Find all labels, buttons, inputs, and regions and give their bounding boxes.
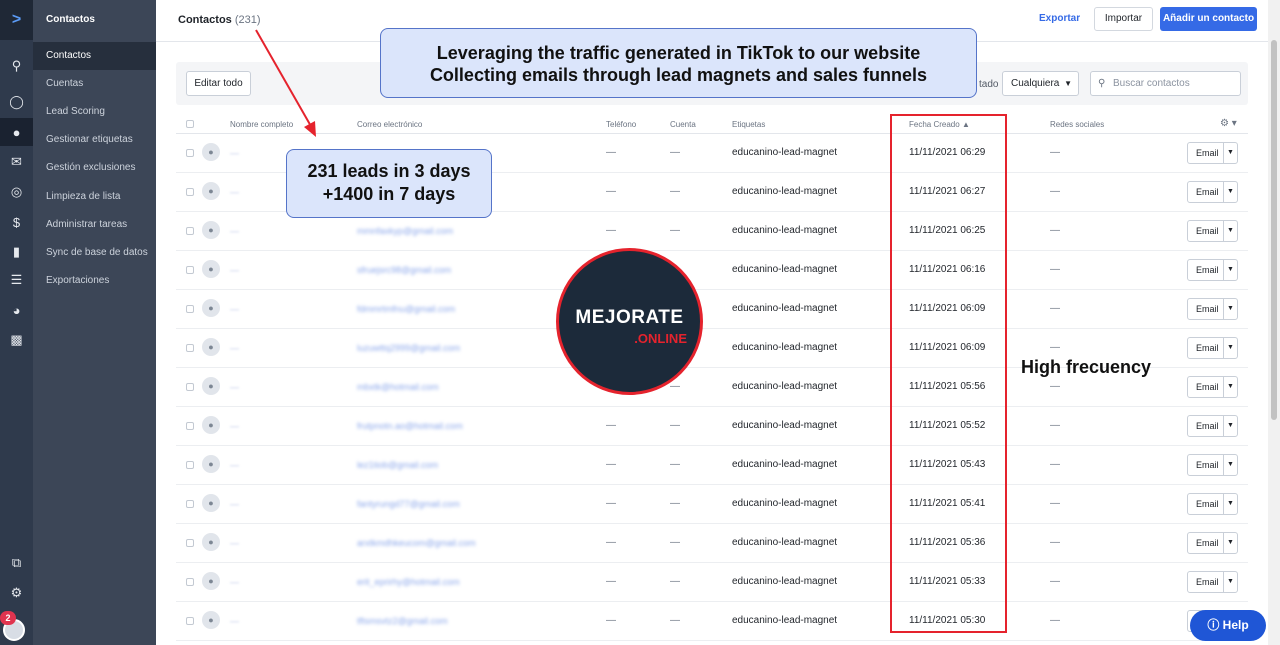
mejorate-logo: MEJORATE .ONLINE: [556, 248, 703, 395]
strategy-line-1: Leveraging the traffic generated in TikT…: [436, 43, 921, 63]
strategy-line-2: Collecting emails through lead magnets a…: [429, 65, 928, 85]
leads-line-2: +1400 in 7 days: [322, 184, 456, 204]
logo-sub-text: .ONLINE: [634, 331, 687, 346]
logo-main-text: MEJORATE: [575, 307, 684, 328]
date-highlight-box: [890, 114, 1007, 633]
help-icon: ⓘ: [1207, 618, 1220, 632]
leads-line-1: 231 leads in 3 days: [307, 161, 471, 181]
strategy-callout: Leveraging the traffic generated in TikT…: [380, 28, 977, 98]
help-button[interactable]: ⓘ Help: [1190, 610, 1266, 641]
leads-callout: 231 leads in 3 days +1400 in 7 days: [286, 149, 492, 218]
frequency-note: High frecuency: [1021, 357, 1152, 377]
